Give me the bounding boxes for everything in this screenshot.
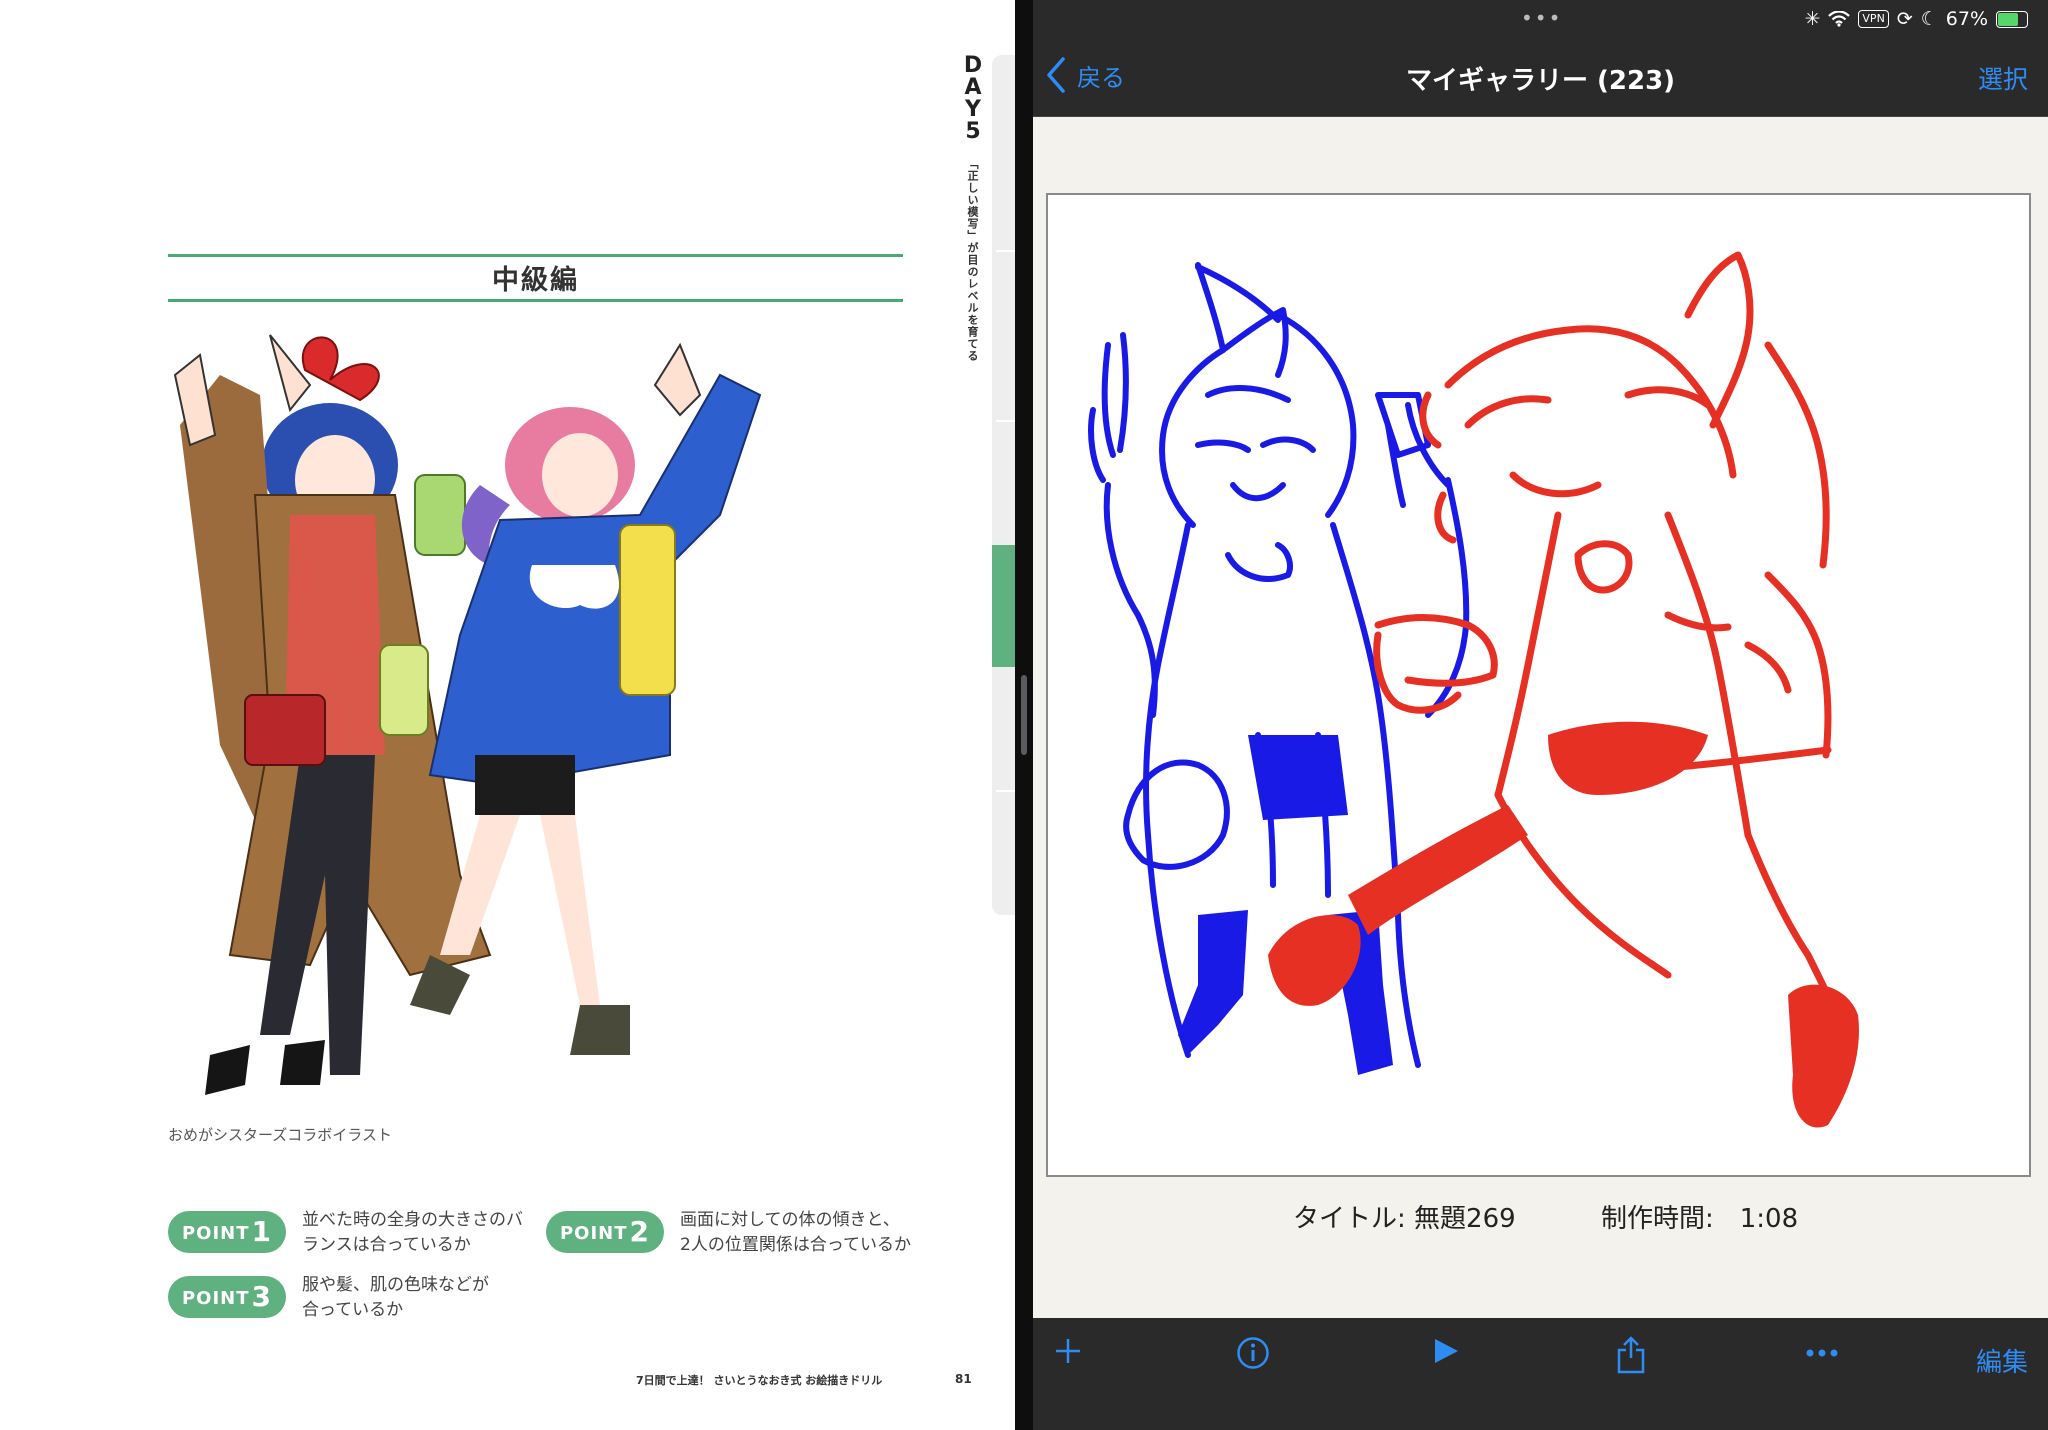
tab-divider: [996, 250, 1015, 252]
day-subtitle: 「正しい模写」が目のレベルを育てる: [966, 158, 979, 362]
day-label: DAY5: [963, 53, 983, 144]
info-icon[interactable]: [1236, 1336, 1270, 1370]
select-button[interactable]: 選択: [1978, 60, 2028, 96]
play-icon[interactable]: [1431, 1336, 1461, 1366]
red-foot-fill-right: [1788, 984, 1859, 1128]
page-title: マイギャラリー (223): [1405, 66, 1676, 96]
reference-illustration: [173, 334, 762, 1095]
point-3-badge: POINT3: [168, 1276, 286, 1318]
share-icon[interactable]: [1616, 1336, 1646, 1374]
blue-skirt-fill: [1248, 735, 1348, 820]
section-rule-top: [168, 254, 903, 257]
tab-divider: [996, 790, 1015, 792]
loading-icon: ✳: [1804, 8, 1821, 30]
section-title: 中級編: [492, 265, 579, 296]
book-page: 中級編 おめがシスターズコラボイラスト POINT1 並べた時の全身の大きさのバ…: [0, 0, 1015, 1430]
page-number: 81: [955, 1372, 972, 1386]
multitasking-menu-icon[interactable]: •••: [1521, 6, 1562, 30]
battery-percent: 67%: [1945, 8, 1988, 30]
illustration-caption: おめがシスターズコラボイラスト: [168, 1126, 392, 1144]
wifi-icon: [1828, 11, 1851, 27]
chapter-tab-active: [992, 545, 1015, 667]
status-bar: ••• ✳ VPN ⟳ ☾ 67%: [1033, 0, 2048, 40]
red-skirt-fill: [1548, 721, 1708, 795]
navigation-bar: 戻る マイギャラリー (223) 選択: [1033, 40, 2048, 117]
point-2-text: 画面に対しての体の傾きと、 2人の位置関係は合っているか: [680, 1210, 911, 1255]
blue-leg-fill-left: [1178, 910, 1248, 1055]
vpn-icon: VPN: [1858, 10, 1889, 28]
lock-rotation-icon: ⟳: [1896, 8, 1913, 30]
artwork-canvas[interactable]: [1046, 193, 2031, 1177]
gallery-app: ••• ✳ VPN ⟳ ☾ 67% 戻る マイギャラリー (223) 選択 タイ…: [1033, 0, 2048, 1430]
split-view-handle[interactable]: [1021, 675, 1027, 755]
point-1-badge: POINT1: [168, 1211, 286, 1253]
moon-icon: ☾: [1920, 8, 1938, 30]
artwork-duration: 制作時間: 1:08: [1601, 1204, 1799, 1234]
add-icon[interactable]: [1053, 1336, 1083, 1366]
battery-icon: [1996, 10, 2028, 28]
point-3-text: 服や髪、肌の色味などが 合っているか: [302, 1275, 489, 1320]
bottom-toolbar: 編集: [1033, 1318, 2048, 1430]
point-1-text: 並べた時の全身の大きさのバ ランスは合っているか: [302, 1210, 523, 1255]
red-leg-fill: [1348, 805, 1528, 935]
chapter-tabs: [992, 55, 1015, 915]
point-2-badge: POINT2: [546, 1211, 664, 1253]
section-rule-bottom: [168, 299, 903, 302]
tab-divider: [996, 420, 1015, 422]
red-sketch: [1373, 251, 1852, 1049]
more-icon[interactable]: [1805, 1348, 1839, 1358]
footer-book-title: 7日間で上達！ さいとうなおき式 お絵描きドリル: [636, 1374, 883, 1387]
edit-button[interactable]: 編集: [1976, 1342, 2028, 1379]
artwork-title: タイトル: 無題269: [1293, 1204, 1516, 1234]
